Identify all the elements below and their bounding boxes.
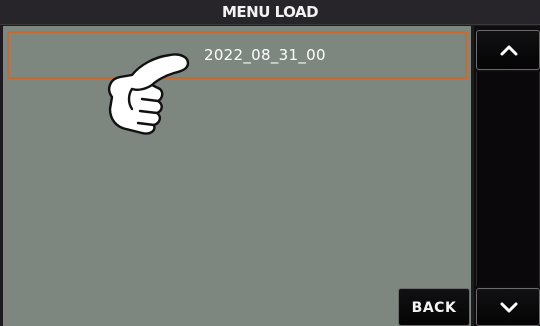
scroll-down-button[interactable] — [476, 288, 540, 326]
scroll-up-button[interactable] — [476, 30, 540, 70]
title-bar: MENU LOAD — [0, 0, 540, 25]
chevron-down-icon — [500, 302, 518, 313]
back-button[interactable]: BACK — [398, 288, 470, 326]
scroll-track[interactable] — [476, 72, 540, 286]
file-name-label: 2022_08_31_00 — [204, 46, 326, 64]
chevron-up-icon — [500, 45, 518, 56]
file-list-item[interactable]: 2022_08_31_00 — [7, 31, 467, 79]
screen-title: MENU LOAD — [221, 3, 319, 21]
pointing-hand-icon — [108, 53, 190, 135]
back-button-label: BACK — [411, 300, 457, 316]
